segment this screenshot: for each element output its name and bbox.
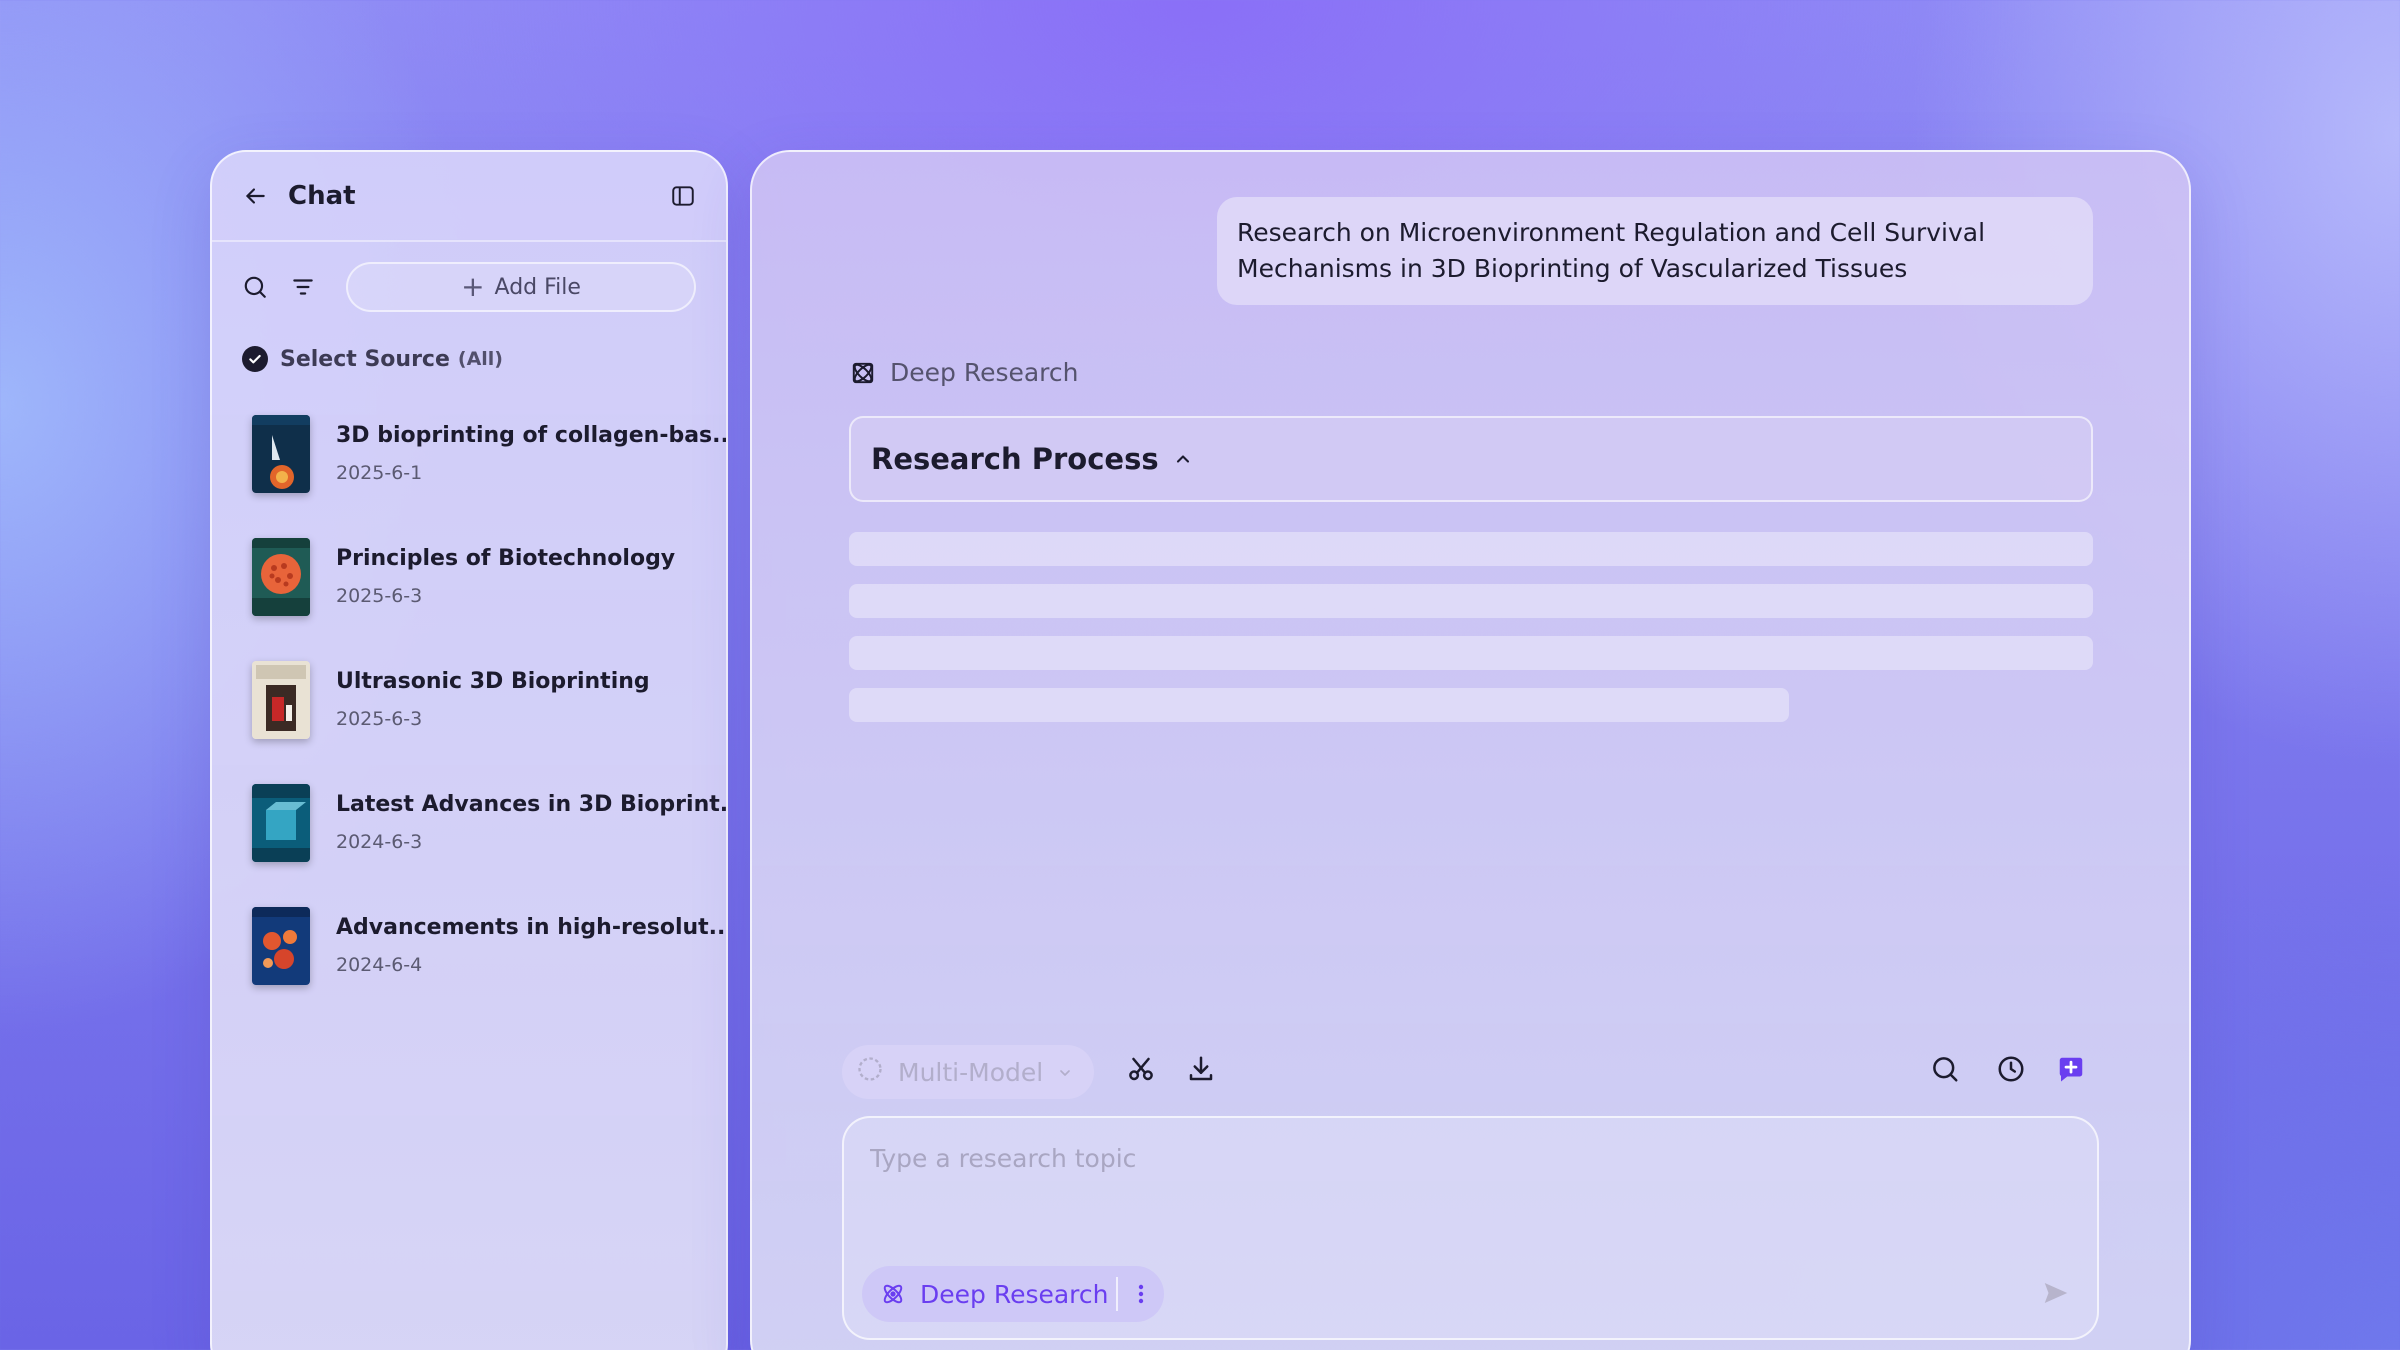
document-item[interactable]: Ultrasonic 3D Bioprinting 2025-6-3 (252, 638, 696, 761)
search-icon[interactable] (242, 274, 268, 300)
back-arrow-icon[interactable] (242, 183, 268, 209)
download-icon[interactable] (1186, 1054, 1216, 1084)
add-file-button[interactable]: + Add File (346, 262, 696, 312)
research-process-toggle[interactable]: Research Process (849, 416, 2093, 502)
user-message-bubble: Research on Microenvironment Regulation … (1217, 197, 2093, 305)
chevron-down-icon (1057, 1058, 1073, 1087)
document-item[interactable]: Latest Advances in 3D Bioprint... 2024-6… (252, 761, 726, 884)
deep-research-text: Deep Research (890, 358, 1079, 387)
research-input-box: Deep Research (842, 1116, 2099, 1340)
loading-spinner-icon (856, 1055, 884, 1089)
deep-research-mode-button[interactable]: Deep Research (862, 1266, 1116, 1322)
document-title: Principles of Biotechnology (336, 546, 676, 571)
chat-toolbar: Multi-Model (842, 1045, 2102, 1099)
loading-skeleton-line (849, 688, 1789, 722)
document-title: Ultrasonic 3D Bioprinting (336, 669, 650, 694)
deep-research-chip: Deep Research (862, 1266, 1164, 1322)
model-selector[interactable]: Multi-Model (842, 1045, 1094, 1099)
add-file-label: Add File (494, 274, 581, 300)
document-date: 2025-6-3 (336, 585, 423, 607)
deep-research-label: Deep Research (850, 358, 1079, 387)
sidebar: Chat + Add File Select Source (All) 3D b… (210, 150, 728, 1350)
select-source[interactable]: Select Source (All) (212, 312, 726, 372)
sidebar-title: Chat (288, 181, 356, 211)
research-topic-input[interactable] (870, 1138, 1970, 1178)
scissors-icon[interactable] (1126, 1054, 1156, 1084)
atom-icon (850, 360, 876, 386)
document-date: 2025-6-3 (336, 708, 423, 730)
document-title: Latest Advances in 3D Bioprint... (336, 792, 728, 817)
document-item[interactable]: Advancements in high-resolut... 2024-6-4 (252, 884, 726, 1007)
check-circle-icon[interactable] (242, 346, 268, 372)
document-title: 3D bioprinting of collagen-bas... (336, 423, 728, 448)
deep-research-chip-label: Deep Research (920, 1279, 1109, 1309)
sidebar-toggle-icon[interactable] (670, 183, 696, 209)
document-thumbnail (252, 783, 310, 862)
document-title: Advancements in high-resolut... (336, 915, 728, 940)
history-icon[interactable] (1996, 1054, 2026, 1084)
user-message-text: Research on Microenvironment Regulation … (1237, 218, 1986, 283)
sidebar-header: Chat (212, 152, 726, 242)
select-source-label: Select Source (280, 346, 450, 372)
loading-skeleton-line (849, 532, 2093, 566)
chat-panel: Research on Microenvironment Regulation … (750, 150, 2191, 1350)
search-icon[interactable] (1930, 1054, 1960, 1084)
document-thumbnail (252, 414, 310, 493)
sidebar-tools: + Add File (212, 242, 726, 312)
document-list: 3D bioprinting of collagen-bas... 2025-6… (212, 372, 726, 1007)
document-date: 2025-6-1 (336, 462, 423, 484)
document-thumbnail (252, 906, 310, 985)
research-process-title: Research Process (871, 442, 1159, 476)
document-thumbnail (252, 660, 310, 739)
loading-skeleton-line (849, 584, 2093, 618)
document-item[interactable]: 3D bioprinting of collagen-bas... 2025-6… (252, 392, 726, 515)
model-selector-label: Multi-Model (898, 1057, 1044, 1087)
more-options-icon[interactable] (1118, 1266, 1164, 1322)
document-item[interactable]: Principles of Biotechnology 2025-6-3 (252, 515, 696, 638)
chevron-up-icon (1173, 449, 1193, 469)
document-thumbnail (252, 537, 310, 616)
atom-icon (880, 1281, 906, 1307)
new-chat-icon[interactable] (2056, 1054, 2086, 1084)
loading-skeleton-line (849, 636, 2093, 670)
select-source-filter: (All) (457, 348, 503, 370)
document-date: 2024-6-3 (336, 831, 423, 853)
filter-icon[interactable] (290, 274, 316, 300)
plus-icon: + (461, 270, 485, 303)
send-icon[interactable] (2041, 1278, 2071, 1308)
document-date: 2024-6-4 (336, 954, 423, 976)
